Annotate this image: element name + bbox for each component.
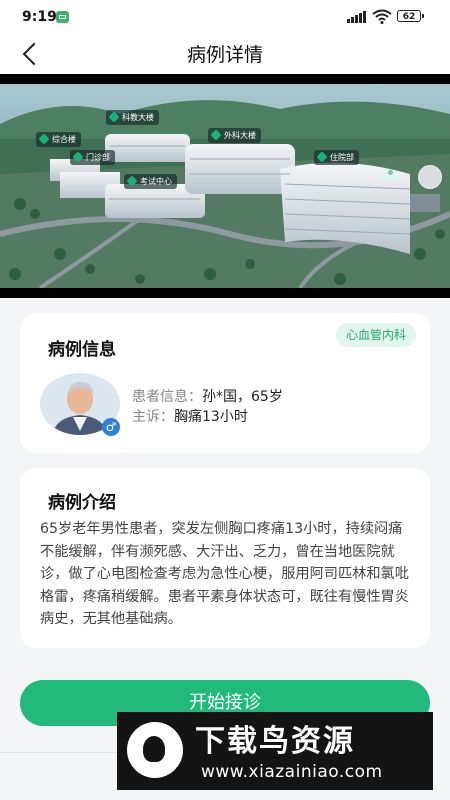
male-gender-icon: ♂ — [102, 418, 120, 436]
campus-illustration — [0, 84, 450, 288]
watermark-title: 下载鸟资源 — [195, 724, 355, 759]
chief-complaint-value: 胸痛13小时 — [174, 409, 248, 425]
building-label: 科教大楼 — [106, 110, 159, 125]
page-title: 病例详情 — [186, 44, 263, 66]
watermark-url: www.xiazainiao.com — [201, 762, 383, 782]
building-label: 门诊部 — [70, 150, 115, 165]
chief-complaint-row: 主诉：胸痛13小时 — [132, 406, 248, 426]
patient-info-row: 患者信息：孙*国，65岁 — [132, 386, 283, 406]
patient-info-value: 孙*国，65岁 — [202, 389, 283, 405]
status-bar: 9:19 62 — [0, 0, 450, 34]
case-intro-card: 病例介绍 65岁老年男性患者，突发左侧胸口疼痛13小时，持续闷痛不能缓解，伴有濒… — [20, 468, 430, 648]
cellular-signal-icon — [347, 11, 367, 23]
wifi-icon — [372, 9, 392, 24]
department-badge: 心血管内科 — [335, 323, 416, 347]
building-label: 外科大楼 — [208, 128, 261, 143]
status-time: 9:19 — [22, 9, 57, 25]
nav-bar: 病例详情 — [0, 34, 450, 74]
building-label: 综合楼 — [36, 132, 81, 147]
chief-complaint-label: 主诉： — [132, 409, 174, 425]
hospital-campus-image: 综合楼 科教大楼 外科大楼 门诊部 住院部 考试中心 — [0, 74, 450, 298]
building-label: 考试中心 — [124, 174, 177, 189]
bird-logo-icon — [127, 722, 183, 778]
case-info-card: 病例信息 心血管内科 ♂ 患者信息：孙*国，65岁 主诉：胸痛13小时 — [20, 313, 430, 453]
hospital-logo-icon — [382, 170, 400, 178]
case-intro-title: 病例介绍 — [48, 493, 116, 513]
battery-icon: 62 — [397, 10, 424, 22]
notification-icon — [56, 11, 69, 23]
watermark-banner: 下载鸟资源 www.xiazainiao.com — [117, 712, 433, 790]
avatar-icon[interactable] — [418, 165, 442, 189]
divider — [0, 752, 120, 753]
case-intro-text: 65岁老年男性患者，突发左侧胸口疼痛13小时，持续闷痛不能缓解，伴有濒死感、大汗… — [40, 521, 409, 627]
patient-info-label: 患者信息： — [132, 389, 202, 405]
building-label: 住院部 — [314, 150, 359, 165]
case-info-title: 病例信息 — [48, 340, 116, 360]
